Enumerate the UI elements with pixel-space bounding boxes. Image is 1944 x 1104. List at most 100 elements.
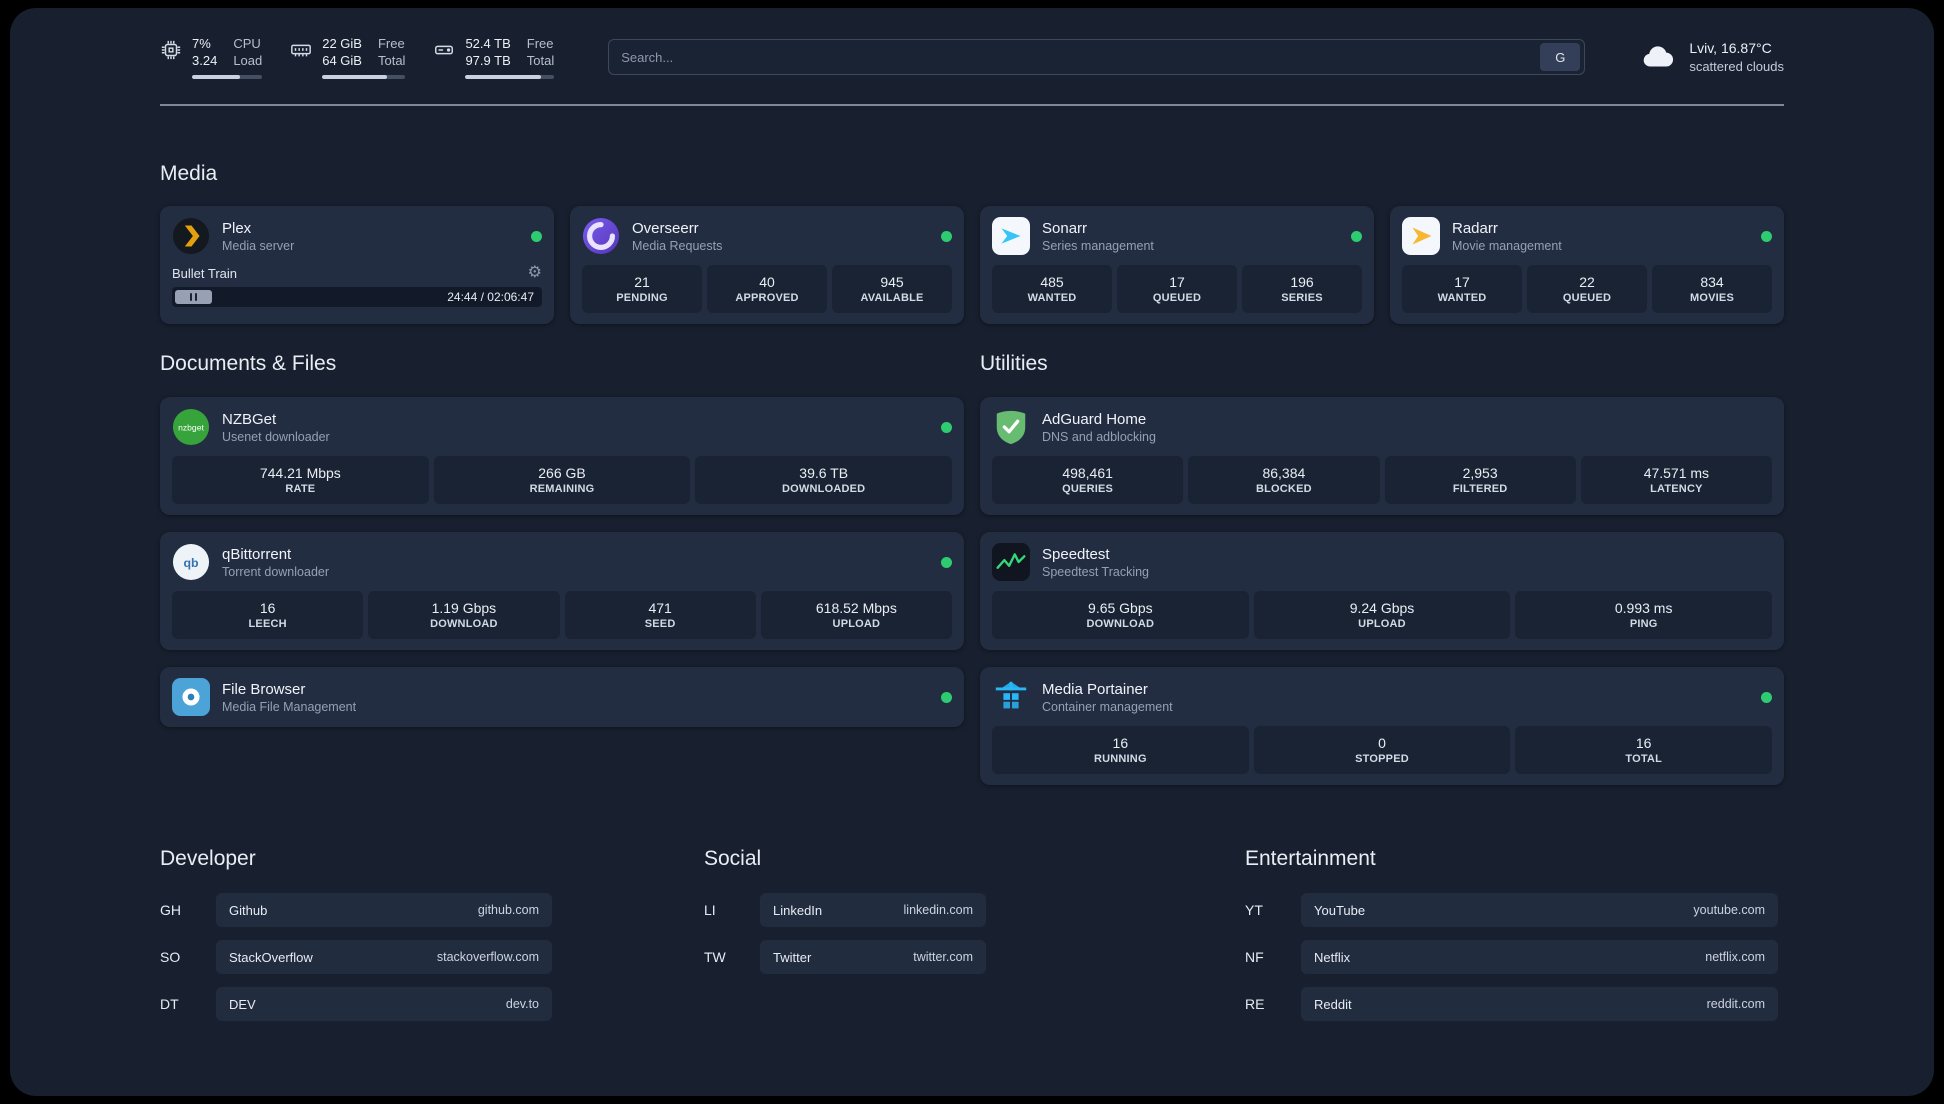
adguard-icon: [992, 408, 1030, 446]
app-name: Overseerr: [632, 219, 699, 237]
app-subtitle: Series management: [1042, 238, 1154, 253]
cpu-label: CPU: [233, 36, 261, 51]
status-dot: [941, 421, 952, 433]
app-name: NZBGet: [222, 410, 277, 428]
bookmark-name: YouTube: [1314, 902, 1366, 918]
bookmark-link-linkedin[interactable]: LinkedIn linkedin.com: [760, 893, 986, 927]
overseerr-icon: [582, 217, 620, 255]
bookmark-link-stackoverflow[interactable]: StackOverflow stackoverflow.com: [216, 940, 552, 974]
pause-icon: [189, 293, 198, 301]
status-dot: [1761, 230, 1772, 242]
stat-label: BLOCKED: [1255, 483, 1312, 495]
gear-icon[interactable]: ⚙: [528, 265, 542, 281]
disk-widget: 52.4 TB 97.9 TB Free Total: [433, 35, 555, 79]
bookmarks-section: Developer GH Github github.com SO StackO…: [160, 847, 1784, 1021]
app-card-portainer[interactable]: Media Portainer Container management 16 R…: [980, 667, 1784, 785]
stat-value: 471: [648, 600, 672, 616]
section-title-media: Media: [160, 162, 218, 185]
stats-row: 744.21 Mbps RATE 266 GB REMAINING 39.6 TB D…: [172, 456, 953, 504]
bookmark-name: StackOverflow: [229, 949, 313, 965]
app-subtitle: DNS and adblocking: [1042, 429, 1156, 444]
stats-row: 21 PENDING 40 APPROVED 945 AVAILABLE: [582, 265, 952, 313]
bookmark-link-twitter[interactable]: Twitter twitter.com: [760, 940, 986, 974]
app-subtitle: Speedtest Tracking: [1042, 564, 1150, 579]
status-dot: [1351, 230, 1362, 242]
stat-tile: 266 GB REMAINING: [433, 456, 691, 504]
cpu-load-label: Load: [233, 53, 263, 68]
stat-label: STOPPED: [1355, 753, 1409, 765]
stat-label: UPLOAD: [1358, 618, 1406, 630]
app-card-plex[interactable]: Plex Media server Bullet Train ⚙ 24:44 /…: [160, 206, 554, 324]
bookmark-row: DT DEV dev.to: [160, 987, 552, 1021]
stat-tile: 22 QUEUED: [1527, 265, 1647, 313]
stats-row: 498,461 QUERIES 86,384 BLOCKED 2,953 FILTER…: [992, 456, 1772, 504]
stat-value: 0.993 ms: [1614, 600, 1673, 616]
bookmark-link-reddit[interactable]: Reddit reddit.com: [1301, 987, 1778, 1021]
app-card-adguard[interactable]: AdGuard Home DNS and adblocking 498,461 Q…: [980, 397, 1784, 515]
section-title-utilities: Utilities: [980, 352, 1048, 375]
stat-label: DOWNLOAD: [1086, 618, 1155, 630]
disk-total-label: Total: [526, 53, 555, 68]
stat-value: 945: [880, 274, 904, 290]
bookmark-link-github[interactable]: Github github.com: [216, 893, 552, 927]
svg-text:nzbget: nzbget: [178, 422, 204, 432]
stats-row: 16 LEECH 1.19 Gbps DOWNLOAD 471 SEED 618.52…: [172, 591, 952, 639]
app-card-filebrowser[interactable]: File Browser Media File Management: [160, 667, 964, 727]
card-header: qb qBittorrent Torrent downloader: [172, 543, 952, 581]
disk-bar: [465, 75, 555, 79]
stats-row: 9.65 Gbps DOWNLOAD 9.24 Gbps UPLOAD 0.993 …: [992, 591, 1773, 639]
app-card-overseerr[interactable]: Overseerr Media Requests 21 PENDING 40 APP…: [570, 206, 964, 324]
bookmark-group-entertainment: Entertainment YT YouTube youtube.com NF …: [1245, 847, 1778, 1021]
app-card-nzbget[interactable]: nzbget NZBGet Usenet downloader 744.21 M…: [160, 397, 964, 515]
playback-time: 24:44 / 02:06:47: [447, 290, 534, 304]
stat-label: WANTED: [1027, 292, 1077, 304]
bookmark-abbr: NF: [1245, 949, 1264, 965]
stat-tile: 40 APPROVED: [707, 265, 827, 313]
playback-progress-fill: [175, 290, 212, 304]
stat-value: 47.571 ms: [1643, 465, 1710, 481]
bookmark-link-netflix[interactable]: Netflix netflix.com: [1301, 940, 1778, 974]
card-header: Overseerr Media Requests: [582, 217, 952, 255]
stat-value: 618.52 Mbps: [815, 600, 897, 616]
stat-value: 16: [1112, 735, 1129, 751]
card-header: nzbget NZBGet Usenet downloader: [172, 408, 952, 446]
playback-progress-bar[interactable]: 24:44 / 02:06:47: [172, 287, 542, 307]
disk-free-value: 52.4 TB: [465, 36, 511, 51]
qbittorrent-icon: qb: [172, 543, 210, 581]
plex-icon: [172, 217, 210, 255]
stat-tile: 21 PENDING: [582, 265, 702, 313]
bookmark-abbr: LI: [704, 902, 716, 918]
stat-label: RUNNING: [1093, 753, 1147, 765]
bookmark-row: GH Github github.com: [160, 893, 552, 927]
bookmark-name: Netflix: [1314, 949, 1351, 965]
stat-value: 86,384: [1262, 465, 1306, 481]
app-card-speedtest[interactable]: Speedtest Speedtest Tracking 9.65 Gbps DO…: [980, 532, 1784, 650]
bookmark-row: TW Twitter twitter.com: [704, 940, 986, 974]
status-dot: [531, 230, 542, 242]
card-header: Plex Media server: [172, 217, 542, 255]
topbar: 7% 3.24 CPU Load 22 GiB 64 GiB Free Tota…: [160, 32, 1784, 82]
app-name: Radarr: [1452, 219, 1498, 237]
bookmark-link-dev[interactable]: DEV dev.to: [216, 987, 552, 1021]
stat-label: QUEUED: [1152, 292, 1202, 304]
search-input[interactable]: [621, 49, 1541, 65]
app-name: Media Portainer: [1042, 680, 1148, 698]
app-card-qbittorrent[interactable]: qb qBittorrent Torrent downloader 16 LEEC…: [160, 532, 964, 650]
stat-label: UPLOAD: [832, 618, 881, 630]
bookmark-abbr: YT: [1245, 902, 1263, 918]
stat-label: PENDING: [616, 292, 668, 304]
app-card-radarr[interactable]: Radarr Movie management 17 WANTED 22 QUEUE…: [1390, 206, 1784, 324]
cpu-icon: [160, 35, 182, 61]
now-playing-title: Bullet Train: [172, 265, 238, 281]
app-subtitle: Container management: [1042, 699, 1173, 714]
stat-tile: 17 WANTED: [1402, 265, 1522, 313]
app-name: File Browser: [222, 680, 306, 698]
stat-tile: 2,953 FILTERED: [1384, 456, 1576, 504]
search-engine-button[interactable]: G: [1540, 43, 1581, 71]
bookmark-link-youtube[interactable]: YouTube youtube.com: [1301, 893, 1778, 927]
nzbget-icon: nzbget: [172, 408, 210, 446]
bookmark-row: NF Netflix netflix.com: [1245, 940, 1778, 974]
disk-bar-fill: [465, 75, 541, 79]
card-header: AdGuard Home DNS and adblocking: [992, 408, 1772, 446]
app-card-sonarr[interactable]: Sonarr Series management 485 WANTED 17 QUE…: [980, 206, 1374, 324]
